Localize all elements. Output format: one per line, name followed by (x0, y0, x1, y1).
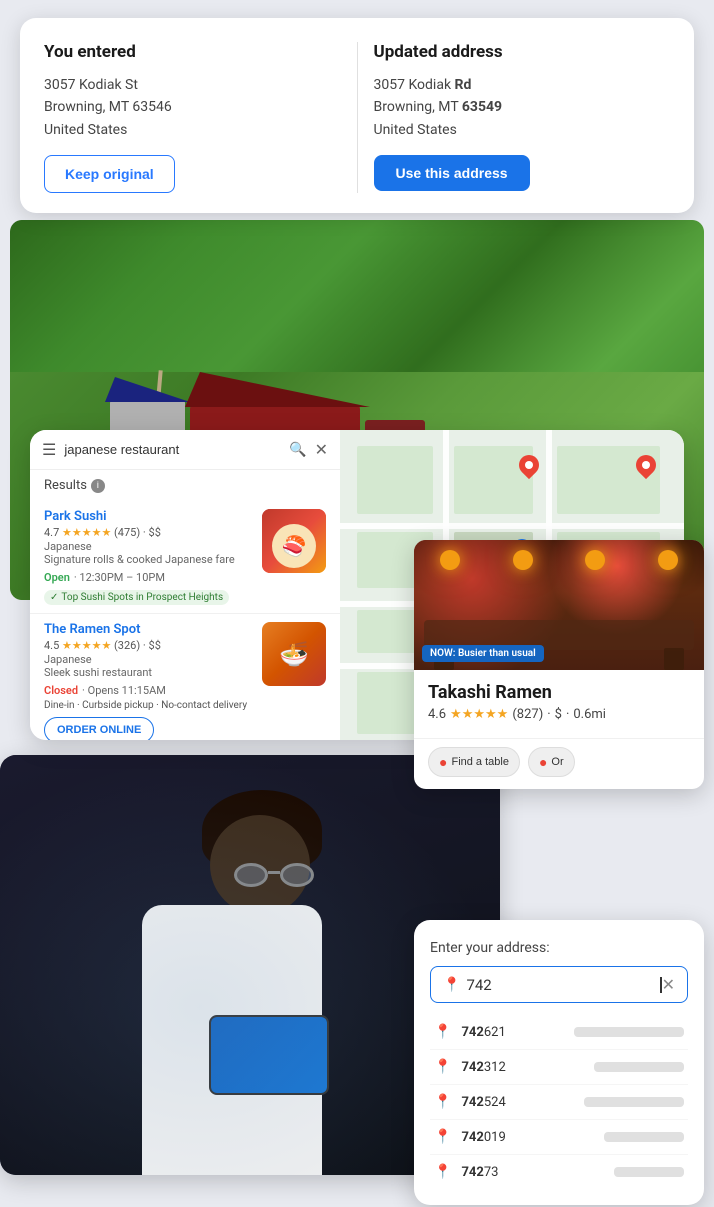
updated-address-line1: 3057 Kodiak Rd (374, 74, 671, 96)
restaurant-panel-card: NOW: Busier than usual Takashi Ramen 4.6… (414, 540, 704, 789)
vertical-divider (357, 42, 358, 193)
autocomplete-input[interactable]: 742 (466, 976, 658, 994)
order-action-button[interactable]: ● Or (528, 747, 575, 777)
restaurant-panel-info: Takashi Ramen 4.6 ★★★★★ (827) · $ · 0.6m… (414, 670, 704, 734)
autocomplete-label: Enter your address: (430, 940, 688, 956)
suggestion-line-4 (614, 1167, 684, 1177)
original-address-col: You entered 3057 Kodiak St Browning, MT … (44, 42, 341, 193)
map-sidebar: ☰ 🔍 ✕ Results i Park Sushi 4.7 ★★★★★ (47… (30, 430, 340, 740)
map-search-bar[interactable]: ☰ 🔍 ✕ (30, 430, 340, 470)
suggestion-text-4: 74273 (461, 1165, 604, 1180)
suggestion-item-2[interactable]: 📍 742524 (430, 1085, 688, 1120)
updated-address-line3: United States (374, 119, 671, 141)
hamburger-icon[interactable]: ☰ (42, 440, 56, 459)
suggestion-item-0[interactable]: 📍 742621 (430, 1015, 688, 1050)
autocomplete-input-wrap[interactable]: 📍 742 ✕ (430, 966, 688, 1003)
ramen-spot-image: 🍜 (262, 622, 326, 686)
restaurant-panel-name: Takashi Ramen (428, 682, 690, 703)
park-sushi-image: 🍣 (262, 509, 326, 573)
original-address-line2: Browning, MT 63546 (44, 96, 341, 118)
red-dot-icon-2: ● (539, 754, 547, 770)
restaurant-item-ramen-spot[interactable]: The Ramen Spot 4.5 ★★★★★ (326) · $$ Japa… (30, 614, 340, 740)
suggestion-pin-icon-1: 📍 (434, 1059, 451, 1075)
original-address-line3: United States (44, 119, 341, 141)
red-dot-icon: ● (439, 754, 447, 770)
ramen-spot-desc: Sleek sushi restaurant (44, 666, 252, 679)
keep-original-button[interactable]: Keep original (44, 155, 175, 193)
location-pin-icon: 📍 (443, 977, 460, 993)
info-icon: i (91, 479, 105, 493)
autocomplete-close-icon[interactable]: ✕ (662, 975, 675, 994)
suggestion-text-1: 742312 (461, 1060, 584, 1075)
restaurant-panel-rating: 4.6 ★★★★★ (827) · $ · 0.6mi (428, 707, 690, 722)
restaurant-panel-image: NOW: Busier than usual (414, 540, 704, 670)
park-sushi-name[interactable]: Park Sushi (44, 509, 252, 524)
search-icon[interactable]: 🔍 (289, 442, 306, 458)
original-address-line1: 3057 Kodiak St (44, 74, 341, 96)
map-search-close-icon[interactable]: ✕ (315, 440, 328, 459)
suggestion-pin-icon-0: 📍 (434, 1024, 451, 1040)
suggestion-text-2: 742524 (461, 1095, 574, 1110)
suggestion-line-0 (574, 1027, 684, 1037)
updated-address-line2: Browning, MT 63549 (374, 96, 671, 118)
tablet-device (209, 1015, 329, 1095)
order-online-button[interactable]: ORDER ONLINE (44, 717, 154, 740)
ramen-spot-rating: 4.5 ★★★★★ (326) · $$ (44, 639, 252, 652)
suggestion-line-1 (594, 1062, 684, 1072)
results-header: Results i (30, 470, 340, 501)
suggestion-pin-icon-3: 📍 (434, 1129, 451, 1145)
autocomplete-card: Enter your address: 📍 742 ✕ 📍 742621 📍 7… (414, 920, 704, 1205)
ramen-spot-type: Japanese (44, 653, 252, 666)
use-address-button[interactable]: Use this address (374, 155, 530, 191)
top-spot-badge: ✓ Top Sushi Spots in Prospect Heights (44, 590, 229, 605)
ramen-spot-delivery: Dine-in · Curbside pickup · No-contact d… (44, 700, 252, 711)
now-badge: NOW: Busier than usual (422, 645, 544, 662)
you-entered-title: You entered (44, 42, 341, 62)
updated-address-title: Updated address (374, 42, 671, 62)
suggestion-text-3: 742019 (461, 1130, 594, 1145)
suggestion-item-1[interactable]: 📍 742312 (430, 1050, 688, 1085)
park-sushi-hours: Open · 12:30PM – 10PM (44, 566, 252, 585)
suggestion-item-4[interactable]: 📍 74273 (430, 1155, 688, 1189)
restaurant-panel-actions: ● Find a table ● Or (414, 738, 704, 789)
map-pin-2[interactable] (636, 455, 656, 481)
restaurant-item-park-sushi[interactable]: Park Sushi 4.7 ★★★★★ (475) · $$ Japanese… (30, 501, 340, 614)
autocomplete-suggestions: 📍 742621 📍 742312 📍 742524 📍 742019 📍 74… (430, 1015, 688, 1189)
ramen-spot-name[interactable]: The Ramen Spot (44, 622, 252, 637)
suggestion-item-3[interactable]: 📍 742019 (430, 1120, 688, 1155)
park-sushi-type: Japanese (44, 540, 252, 553)
map-search-input[interactable] (64, 442, 281, 457)
map-pin-1[interactable] (519, 455, 539, 481)
find-table-button[interactable]: ● Find a table (428, 747, 520, 777)
suggestion-pin-icon-2: 📍 (434, 1094, 451, 1110)
ramen-spot-hours: Closed · Opens 11:15AM (44, 679, 252, 698)
park-sushi-rating: 4.7 ★★★★★ (475) · $$ (44, 526, 252, 539)
suggestion-line-3 (604, 1132, 684, 1142)
suggestion-line-2 (584, 1097, 684, 1107)
suggestion-text-0: 742621 (461, 1025, 564, 1040)
park-sushi-desc: Signature rolls & cooked Japanese fare (44, 553, 252, 566)
suggestion-pin-icon-4: 📍 (434, 1164, 451, 1180)
address-verification-card: You entered 3057 Kodiak St Browning, MT … (20, 18, 694, 213)
updated-address-col: Updated address 3057 Kodiak Rd Browning,… (374, 42, 671, 193)
